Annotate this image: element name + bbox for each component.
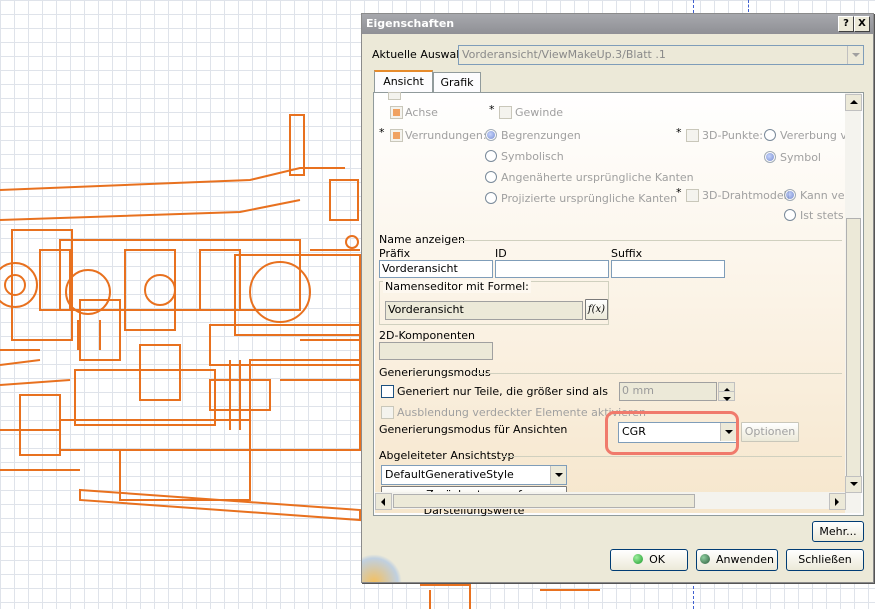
- angenaeherte-radio[interactable]: [485, 171, 497, 183]
- close-button[interactable]: X: [854, 16, 870, 32]
- vererbung-label: Vererbung vo: [780, 129, 854, 142]
- spin-down-button[interactable]: [718, 391, 735, 401]
- id-input[interactable]: [495, 260, 609, 278]
- symbol-radio[interactable]: [764, 151, 776, 163]
- catia-logo-icon: [362, 554, 402, 582]
- title-bar[interactable]: Eigenschaften ? X: [362, 14, 873, 34]
- asterisk-mark: *: [676, 186, 682, 199]
- asterisk-mark: *: [676, 126, 682, 139]
- current-selection-value: Vorderansicht/ViewMakeUp.3/Blatt .1: [462, 48, 666, 61]
- apply-icon: [700, 554, 711, 564]
- dialog-title: Eigenschaften: [366, 17, 455, 30]
- suffix-input[interactable]: [611, 260, 725, 278]
- achse-label: Achse: [405, 106, 438, 119]
- projizierte-label: Projizierte ursprüngliche Kanten: [501, 192, 678, 205]
- asterisk-mark: *: [379, 126, 385, 139]
- only-parts-value: 0 mm: [622, 384, 654, 397]
- prefix-label: Präfix: [379, 247, 411, 260]
- kann-ver-radio[interactable]: [784, 189, 796, 201]
- id-label: ID: [495, 247, 507, 260]
- ok-label: OK: [649, 553, 665, 566]
- derived-style-title: Abgeleiteter Ansichtstyp: [379, 449, 515, 462]
- angenaeherte-label: Angenäherte ursprüngliche Kanten: [501, 171, 694, 184]
- more-button[interactable]: Mehr...: [812, 521, 864, 542]
- begrenzungen-label: Begrenzungen: [501, 129, 581, 142]
- prefix-input[interactable]: Vorderansicht: [379, 260, 493, 278]
- help-button[interactable]: ?: [838, 16, 854, 32]
- formula-fx-button[interactable]: f(x): [585, 299, 608, 320]
- current-selection-combo[interactable]: Vorderansicht/ViewMakeUp.3/Blatt .1: [458, 45, 864, 65]
- prefix-value: Vorderansicht: [382, 262, 458, 275]
- verrundungen-label: Verrundungen:: [405, 129, 487, 142]
- 3d-punkte-label: 3D-Punkte:: [702, 129, 763, 142]
- derived-style-value: DefaultGenerativeStyle: [385, 468, 514, 481]
- only-parts-value-field[interactable]: 0 mm: [619, 382, 717, 401]
- projizierte-radio[interactable]: [485, 192, 497, 204]
- kann-ver-label: Kann ver: [800, 189, 850, 202]
- name-editor-value: Vorderansicht: [388, 303, 464, 316]
- horizontal-scrollbar[interactable]: [375, 492, 846, 510]
- asterisk-mark: *: [489, 103, 495, 116]
- scroll-thumb[interactable]: [846, 218, 861, 480]
- name-editor-title: Namenseditor mit Formel:: [383, 280, 531, 293]
- ist-stets-label: Ist stets: [800, 209, 844, 222]
- apply-button[interactable]: Anwenden: [696, 549, 778, 571]
- 3d-punkte-checkbox[interactable]: [686, 129, 699, 142]
- hide-hidden-checkbox[interactable]: [381, 406, 394, 419]
- name-editor-field[interactable]: Vorderansicht: [385, 301, 583, 320]
- only-parts-label: Generiert nur Teile, die größer sind als: [397, 385, 608, 398]
- ist-stets-radio[interactable]: [784, 209, 796, 221]
- h-scroll-thumb[interactable]: [393, 494, 695, 508]
- symbol-label: Symbol: [780, 151, 821, 164]
- mode-label: Generierungsmodus für Ansichten: [379, 423, 568, 436]
- page-border-line: [748, 0, 749, 12]
- suffix-label: Suffix: [611, 247, 643, 260]
- section-divider: [459, 240, 842, 241]
- section-divider: [475, 373, 842, 374]
- only-parts-checkbox[interactable]: [381, 385, 394, 398]
- chevron-down-icon[interactable]: [847, 46, 863, 64]
- current-selection-label: Aktuelle Auswahl:: [372, 48, 471, 61]
- ok-icon: [633, 554, 644, 564]
- vererbung-radio[interactable]: [764, 129, 776, 141]
- ok-button[interactable]: OK: [610, 549, 688, 571]
- scroll-content: Achse * Gewinde * Verrundungen: Begrenzu…: [375, 92, 854, 517]
- vertical-scrollbar[interactable]: [845, 93, 862, 513]
- 2d-components-title: 2D-Komponenten: [379, 329, 476, 342]
- scroll-up-button[interactable]: [845, 94, 862, 111]
- generation-section-title: Generierungsmodus: [379, 366, 491, 379]
- chevron-down-icon[interactable]: [550, 466, 566, 484]
- name-section-title: Name anzeigen: [379, 233, 465, 246]
- gewinde-checkbox[interactable]: [499, 106, 512, 119]
- verrundungen-checkbox[interactable]: [390, 129, 403, 142]
- gewinde-label: Gewinde: [515, 106, 564, 119]
- fx-icon: f(x): [587, 304, 606, 315]
- 3d-drahtmodell-checkbox[interactable]: [686, 189, 699, 202]
- 3d-drahtmodell-label: 3D-Drahtmodell: [702, 189, 790, 202]
- scroll-left-button[interactable]: [375, 493, 392, 510]
- symbolisch-label: Symbolisch: [501, 150, 564, 163]
- symbolisch-radio[interactable]: [485, 150, 497, 162]
- tab-ansicht[interactable]: Ansicht: [374, 70, 433, 94]
- derived-style-combo[interactable]: DefaultGenerativeStyle: [381, 465, 567, 485]
- highlight-annotation: [605, 411, 739, 455]
- options-button[interactable]: Optionen: [741, 422, 799, 442]
- begrenzungen-radio[interactable]: [485, 129, 497, 141]
- scroll-right-button[interactable]: [829, 493, 846, 510]
- partial-checkbox: [388, 92, 401, 100]
- apply-label: Anwenden: [716, 553, 774, 566]
- scroll-down-button[interactable]: [845, 476, 862, 493]
- tab-grafik[interactable]: Grafik: [433, 72, 481, 92]
- properties-dialog: Eigenschaften ? X Aktuelle Auswahl: Vord…: [361, 13, 874, 583]
- achse-checkbox[interactable]: [390, 106, 403, 119]
- section-divider: [503, 456, 842, 457]
- close-dialog-button[interactable]: Schließen: [786, 549, 864, 571]
- 2d-components-field[interactable]: [379, 342, 493, 360]
